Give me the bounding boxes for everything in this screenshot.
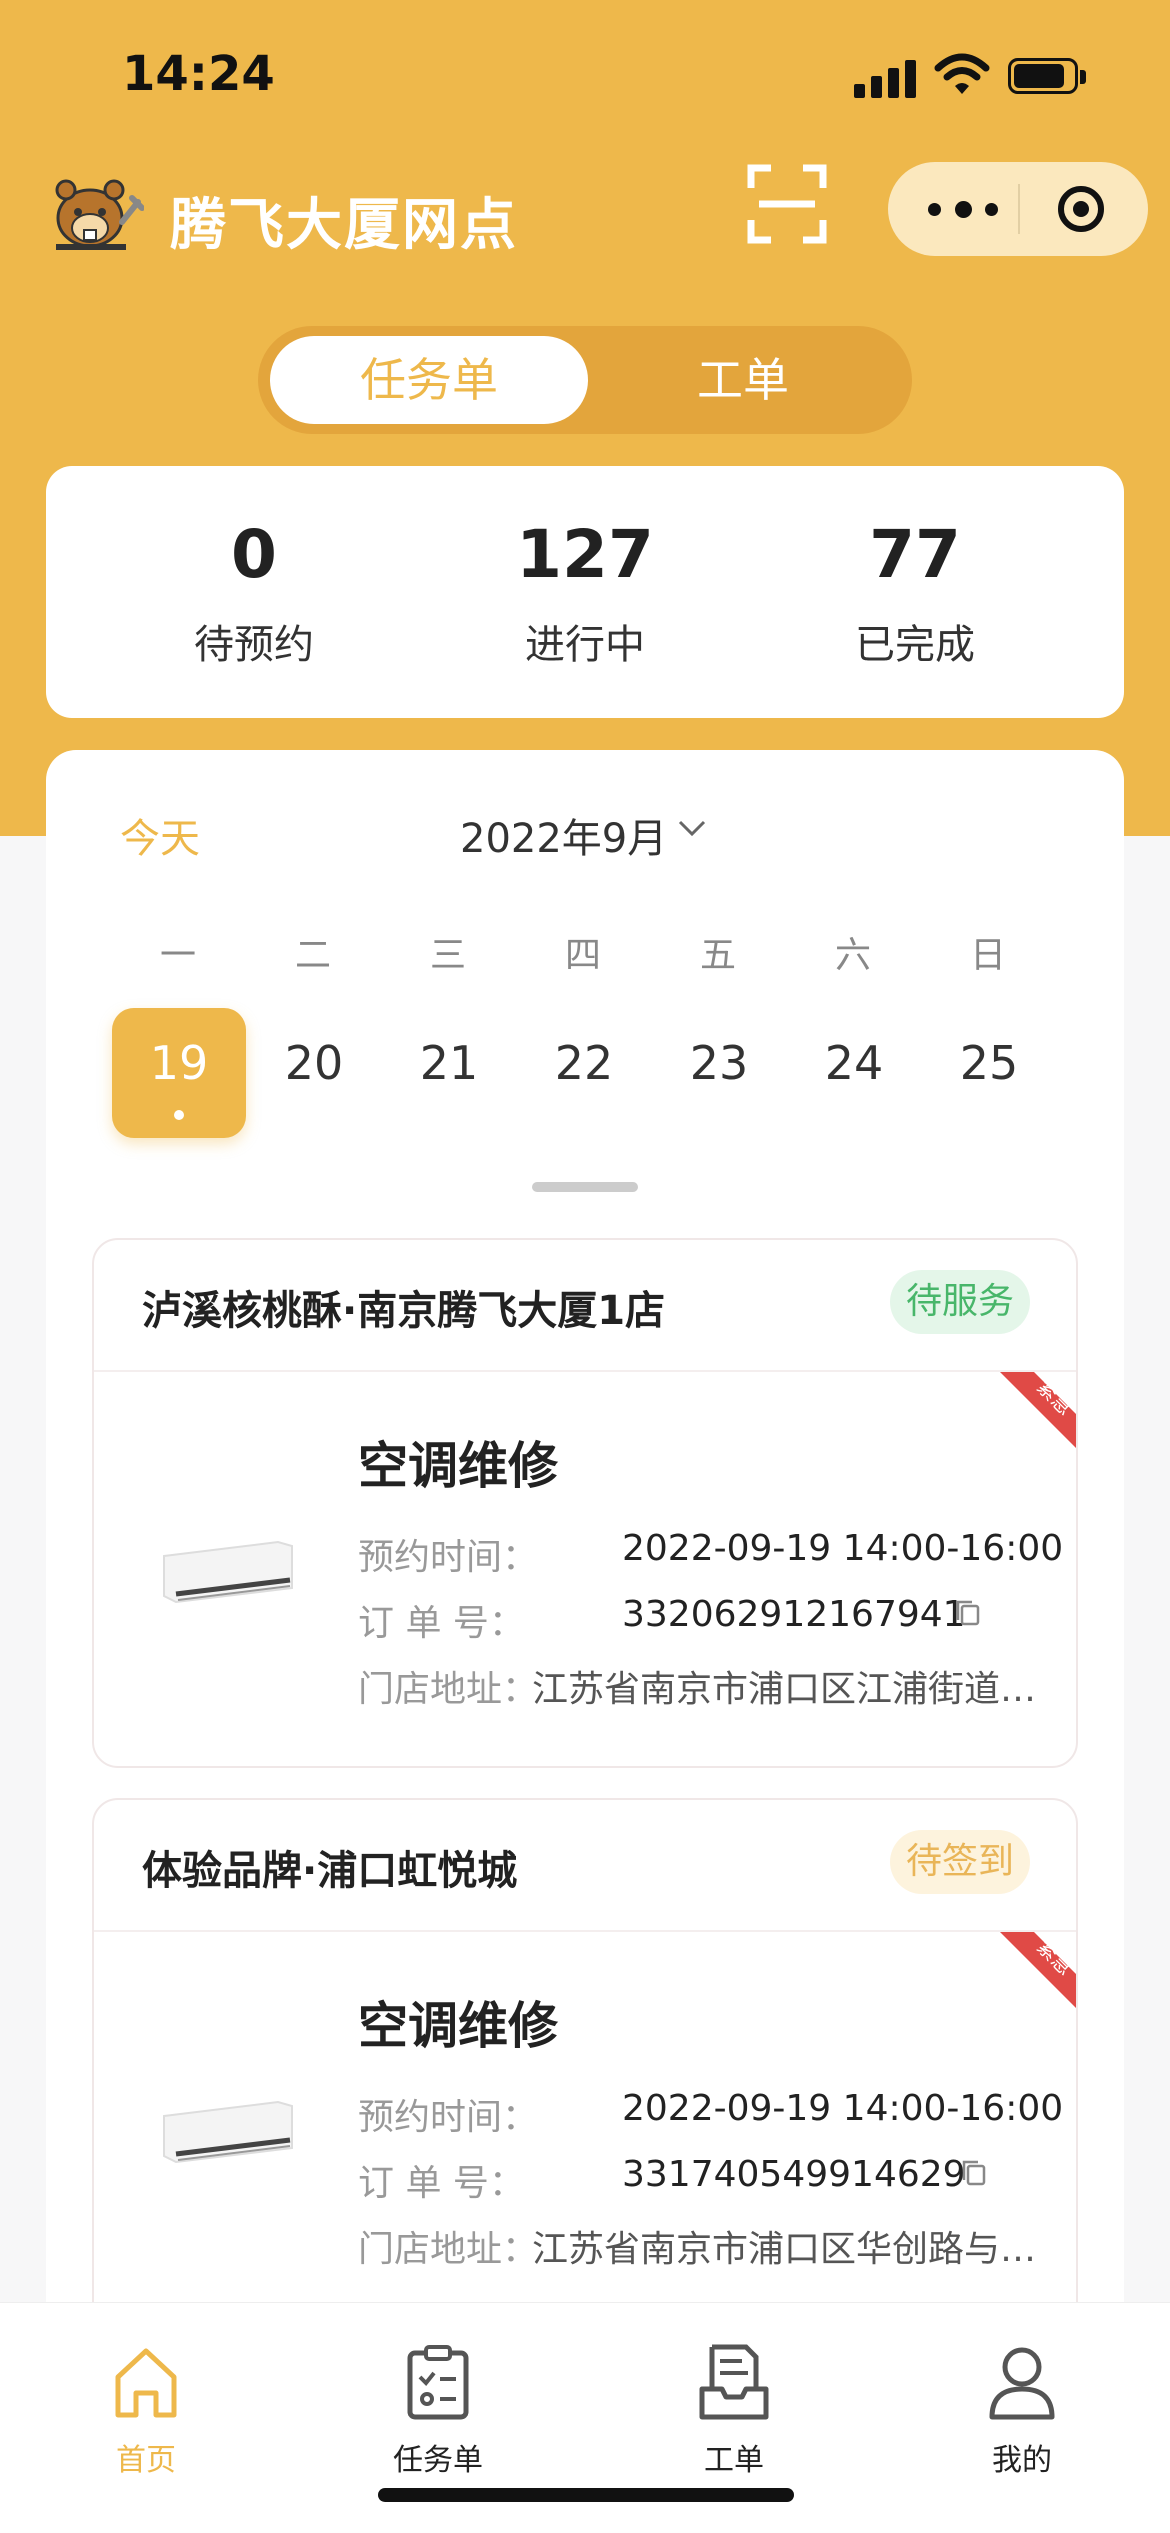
mini-program-capsule <box>888 162 1148 256</box>
home-icon <box>115 2348 177 2418</box>
tab-label: 任务单 <box>393 2443 483 2478</box>
tab-task-list[interactable]: 任务单 <box>270 336 588 424</box>
user-icon <box>989 2347 1055 2420</box>
divider <box>94 1930 1076 1932</box>
today-button[interactable]: 今天 <box>120 806 200 864</box>
stat-label: 进行中 <box>525 622 645 668</box>
tabbar-work-order[interactable]: 工单 <box>654 2343 814 2479</box>
has-task-dot <box>174 1110 184 1120</box>
tab-label: 我的 <box>992 2443 1052 2478</box>
stat-label: 已完成 <box>855 622 975 668</box>
calendar-day[interactable]: 20 <box>247 1008 381 1138</box>
weekday-label: 四 <box>564 935 601 976</box>
calendar-day[interactable]: 21 <box>382 1008 516 1138</box>
calendar-day-selected[interactable]: 19 <box>112 1008 246 1138</box>
store-address-value: 江苏省南京市浦口区江浦街道… <box>532 1669 1037 1710</box>
tabbar-profile[interactable]: 我的 <box>942 2343 1102 2479</box>
beaver-logo-icon <box>55 179 144 250</box>
calendar-day[interactable]: 22 <box>517 1008 651 1138</box>
weekday-label: 日 <box>969 935 1006 976</box>
status-badge: 待签到 <box>889 1830 1030 1894</box>
status-bar: 14:24 <box>0 0 1170 150</box>
segment-toggle: 任务单 工单 <box>258 326 912 434</box>
order-number-value: 332062912167941 <box>622 1594 966 1635</box>
order-store-name: 泸溪核桃酥·南京腾飞大厦1店 <box>142 1288 666 1334</box>
urgent-corner-tag: 紧急 <box>1000 1372 1076 1448</box>
stat-label: 待预约 <box>194 622 314 668</box>
more-icon[interactable] <box>928 190 998 228</box>
stat-pending-appointment[interactable]: 0 待预约 <box>104 522 404 670</box>
day-number: 19 <box>149 1036 209 1090</box>
calendar-day[interactable]: 24 <box>787 1008 921 1138</box>
appointment-time-label: 预约时间： <box>358 2097 539 2138</box>
order-card[interactable]: 泸溪核桃酥·南京腾飞大厦1店 待服务 紧急 空调维修 预约时间： 2022-09… <box>92 1238 1078 1768</box>
close-target-icon[interactable] <box>1056 184 1106 234</box>
store-address-label: 门店地址： <box>358 1669 539 1710</box>
calendar-expand-handle[interactable] <box>532 1182 638 1192</box>
copy-icon[interactable] <box>954 1598 982 1628</box>
wifi-icon <box>934 53 990 94</box>
air-conditioner-icon <box>163 1540 293 1604</box>
battery-icon <box>1008 58 1088 96</box>
stats-card: 0 待预约 127 进行中 77 已完成 <box>46 466 1124 718</box>
store-title: 腾飞大厦网点 <box>170 193 518 258</box>
air-conditioner-icon <box>163 2100 293 2164</box>
stat-in-progress[interactable]: 127 进行中 <box>435 522 735 670</box>
order-number-value: 331740549914629 <box>622 2154 966 2195</box>
appointment-time-label: 预约时间： <box>358 1537 539 1578</box>
copy-icon[interactable] <box>960 2158 988 2188</box>
weekday-label: 五 <box>699 935 736 976</box>
signal-icon <box>854 58 916 98</box>
tabbar-home[interactable]: 首页 <box>66 2343 226 2479</box>
weekday-label: 三 <box>429 935 466 976</box>
stat-value: 0 <box>231 516 277 593</box>
stat-completed[interactable]: 77 已完成 <box>765 522 1065 670</box>
month-selector[interactable]: 2022年9月 <box>460 806 667 864</box>
status-badge: 待服务 <box>889 1270 1030 1334</box>
app-header: 腾飞大厦网点 <box>0 150 1170 280</box>
tab-label: 首页 <box>116 2443 176 2478</box>
tabbar-task-list[interactable]: 任务单 <box>358 2343 518 2479</box>
stat-value: 77 <box>869 516 961 593</box>
appointment-time-value: 2022-09-19 14:00-16:00 <box>622 2088 1064 2129</box>
status-time: 14:24 <box>122 46 275 102</box>
appointment-time-value: 2022-09-19 14:00-16:00 <box>622 1528 1064 1569</box>
order-number-label: 订 单 号： <box>358 2163 525 2204</box>
capsule-divider <box>1018 184 1020 234</box>
service-name: 空调维修 <box>358 1997 558 2055</box>
service-name: 空调维修 <box>358 1437 558 1495</box>
divider <box>94 1370 1076 1372</box>
order-card[interactable]: 体验品牌·浦口虹悦城 待签到 紧急 空调维修 预约时间： 2022-09-19 … <box>92 1798 1078 2328</box>
stat-value: 127 <box>516 516 654 593</box>
store-address-value: 江苏省南京市浦口区华创路与… <box>532 2229 1037 2270</box>
weekday-label: 一 <box>159 935 196 976</box>
calendar-day[interactable]: 23 <box>652 1008 786 1138</box>
chevron-down-icon[interactable] <box>674 810 710 846</box>
weekday-label: 二 <box>294 935 331 976</box>
work-order-icon <box>699 2344 769 2420</box>
tab-work-order[interactable]: 工单 <box>584 336 902 424</box>
order-store-name: 体验品牌·浦口虹悦城 <box>142 1848 518 1894</box>
tab-label: 工单 <box>704 2443 764 2478</box>
order-number-label: 订 单 号： <box>358 1603 525 1644</box>
calendar-day[interactable]: 25 <box>922 1008 1056 1138</box>
scan-icon[interactable] <box>745 162 829 246</box>
urgent-corner-tag: 紧急 <box>1000 1932 1076 2008</box>
task-list-icon <box>407 2345 469 2420</box>
weekday-label: 六 <box>834 935 871 976</box>
store-address-label: 门店地址： <box>358 2229 539 2270</box>
home-indicator <box>378 2488 794 2502</box>
